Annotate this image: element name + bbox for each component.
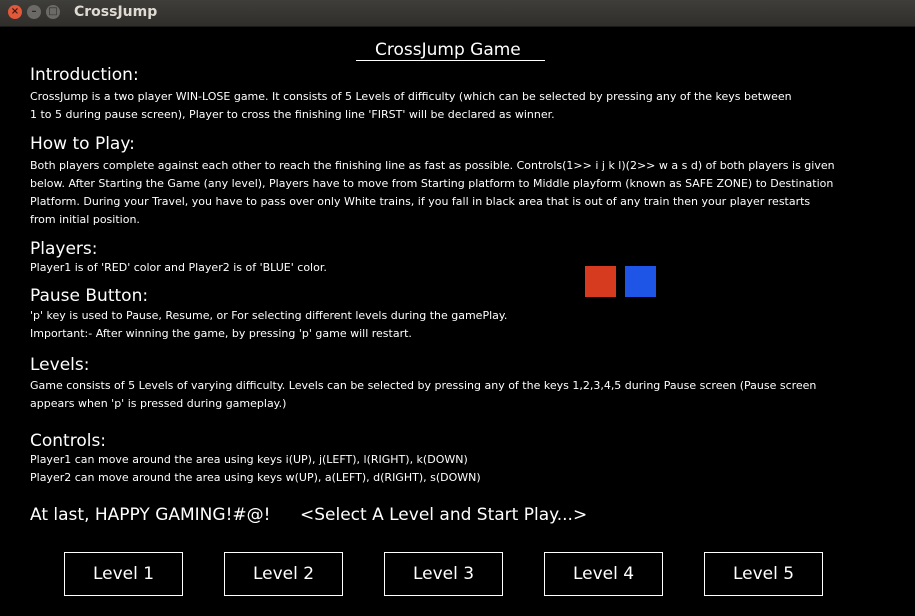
pause-line-1: 'p' key is used to Pause, Resume, or For…	[30, 309, 508, 322]
level-5-button[interactable]: Level 5	[704, 552, 823, 596]
level-1-button[interactable]: Level 1	[64, 552, 183, 596]
game-title-underline	[356, 60, 545, 61]
howto-line-4: from initial position.	[30, 213, 140, 226]
controls-heading: Controls:	[30, 431, 107, 451]
level-2-button[interactable]: Level 2	[224, 552, 343, 596]
levels-line-1: Game consists of 5 Levels of varying dif…	[30, 379, 817, 392]
level-3-button[interactable]: Level 3	[384, 552, 503, 596]
intro-heading: Introduction:	[30, 65, 139, 85]
howto-line-2: below. After Starting the Game (any leve…	[30, 177, 834, 190]
game-canvas: CrossJump Game Introduction: CrossJump i…	[0, 27, 915, 616]
intro-line-2: 1 to 5 during pause screen), Player to c…	[30, 108, 555, 121]
howto-line-3: Platform. During your Travel, you have t…	[30, 195, 811, 208]
controls-line-2: Player2 can move around the area using k…	[30, 471, 481, 484]
maximize-window-button[interactable]: □	[46, 5, 60, 19]
levels-line-2: appears when 'p' is pressed during gamep…	[30, 397, 287, 410]
pause-line-2: Important:- After winning the game, by p…	[30, 327, 412, 340]
close-window-button[interactable]: ×	[8, 5, 22, 19]
farewell-text: At last, HAPPY GAMING!#@!	[30, 505, 271, 525]
pause-heading: Pause Button:	[30, 286, 149, 306]
player1-red-square	[585, 266, 616, 297]
level-4-button[interactable]: Level 4	[544, 552, 663, 596]
intro-line-1: CrossJump is a two player WIN-LOSE game.…	[30, 90, 792, 103]
players-line-1: Player1 is of 'RED' color and Player2 is…	[30, 261, 327, 274]
minimize-window-button[interactable]: –	[27, 5, 41, 19]
howto-line-1: Both players complete against each other…	[30, 159, 835, 172]
window-title: CrossJump	[74, 4, 158, 20]
levels-heading: Levels:	[30, 355, 90, 375]
players-heading: Players:	[30, 239, 98, 259]
player2-blue-square	[625, 266, 656, 297]
howto-heading: How to Play:	[30, 134, 135, 154]
select-level-prompt: <Select A Level and Start Play...>	[300, 505, 588, 525]
window-titlebar: × – □ CrossJump	[0, 0, 915, 27]
controls-line-1: Player1 can move around the area using k…	[30, 453, 468, 466]
game-title: CrossJump Game	[375, 40, 521, 60]
